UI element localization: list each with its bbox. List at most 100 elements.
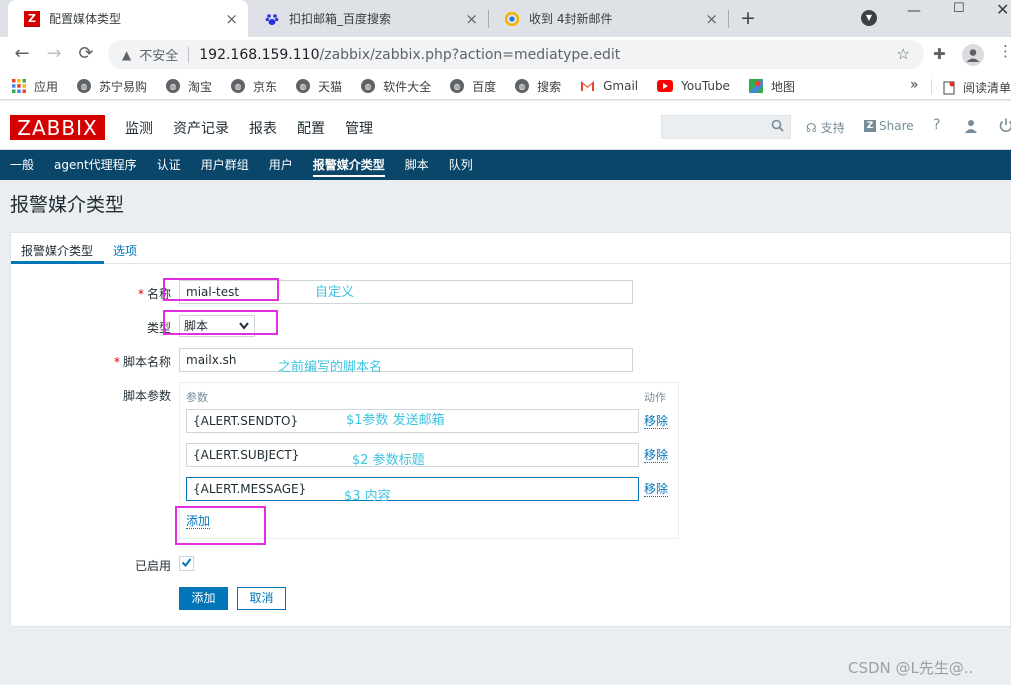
admin-sub-menu: 一般 agent代理程序 认证 用户群组 用户 报警媒介类型 脚本 队列 (0, 150, 1011, 180)
back-icon[interactable]: ← (10, 43, 34, 64)
globe-icon: ◍ (361, 79, 376, 93)
extensions-puzzle-icon[interactable]: ✚ (933, 45, 946, 63)
globe-icon: ◍ (450, 79, 465, 93)
gmail-icon (580, 80, 595, 92)
param-input[interactable]: {ALERT.MESSAGE} (186, 477, 639, 501)
globe-icon: ◍ (515, 79, 530, 93)
sub-menu-proxies[interactable]: agent代理程序 (44, 150, 147, 180)
cancel-button[interactable]: 取消 (237, 587, 286, 610)
bookmark-item[interactable]: ◍ 百度 (450, 78, 496, 95)
bookmark-gmail[interactable]: Gmail (580, 79, 638, 93)
sub-menu-queue[interactable]: 队列 (439, 150, 483, 180)
bookmarks-bar: 应用 ◍ 苏宁易购 ◍ 淘宝 ◍ 京东 ◍ 天猫 ◍ 软件大全 ◍ 百度 ◍ 搜索 Gmail… (0, 73, 1011, 100)
bookmark-youtube[interactable]: YouTube (657, 79, 730, 93)
script-name-label: * 脚本名称 (113, 355, 171, 369)
annotation-param1-note: $1参数 发送邮箱 (346, 413, 445, 428)
browser-tab[interactable]: 收到 4封新邮件 × (488, 0, 728, 37)
profile-avatar-icon[interactable] (962, 44, 984, 66)
browser-tab-title: 配置媒体类型 (49, 12, 122, 26)
support-link[interactable]: ☊ 支持 (806, 119, 845, 136)
globe-icon: ◍ (296, 79, 311, 93)
main-menu-configuration[interactable]: 配置 (297, 118, 325, 138)
headset-icon: ☊ (806, 120, 817, 135)
sub-menu-authentication[interactable]: 认证 (147, 150, 191, 180)
tab-options[interactable]: 选项 (113, 242, 137, 259)
bookmarks-more-icon[interactable]: » (910, 77, 919, 93)
main-menu-administration[interactable]: 管理 (345, 118, 373, 138)
address-bar[interactable]: ▲ 不安全 192.168.159.110/zabbix/zabbix.php?… (108, 40, 924, 69)
youtube-icon (657, 80, 674, 92)
tab-search-icon[interactable]: ▼ (861, 10, 877, 26)
maximize-icon[interactable]: ☐ (953, 1, 965, 16)
script-name-input[interactable]: mailx.sh (179, 348, 633, 372)
menu-dots-icon[interactable]: ⋮ (998, 42, 1011, 60)
share-link[interactable]: Z Share (864, 119, 914, 133)
globe-icon: ◍ (77, 79, 92, 93)
bookmark-item[interactable]: ◍ 软件大全 (361, 78, 431, 95)
bookmark-item[interactable]: ◍ 苏宁易购 (77, 78, 147, 95)
user-profile-icon[interactable] (964, 119, 978, 136)
csdn-watermark: CSDN @L先生@.. (848, 659, 974, 677)
sub-menu-media-types[interactable]: 报警媒介类型 (303, 150, 395, 180)
global-search-input[interactable] (661, 115, 791, 139)
close-icon[interactable]: × (705, 10, 718, 28)
browser-tab-active[interactable]: Z 配置媒体类型 × (8, 0, 248, 37)
bookmark-maps[interactable]: 地图 (748, 78, 795, 95)
bookmark-apps[interactable]: 应用 (12, 78, 58, 95)
main-menu-inventory[interactable]: 资产记录 (173, 118, 229, 138)
sub-menu-user-groups[interactable]: 用户群组 (191, 150, 259, 180)
zabbix-logo[interactable]: ZABBIX (10, 115, 105, 140)
remove-param-link[interactable]: 移除 (644, 415, 669, 429)
help-icon[interactable]: ? (933, 117, 940, 133)
remove-param-link[interactable]: 移除 (644, 483, 669, 497)
url-text[interactable]: 192.168.159.110/zabbix/zabbix.php?action… (199, 47, 620, 63)
sub-menu-general[interactable]: 一般 (0, 150, 44, 180)
required-marker: * (113, 355, 120, 369)
remove-param-link[interactable]: 移除 (644, 449, 669, 463)
tab-media-type[interactable]: 报警媒介类型 (21, 242, 93, 259)
search-icon[interactable] (771, 119, 784, 136)
enabled-label: 已启用 (134, 559, 171, 573)
sub-menu-users[interactable]: 用户 (259, 150, 303, 180)
forward-icon[interactable]: → (42, 43, 66, 64)
active-tab-indicator (11, 261, 104, 264)
bookmark-item[interactable]: ◍ 京东 (231, 78, 277, 95)
browser-toolbar: ← → ⟳ ▲ 不安全 192.168.159.110/zabbix/zabbi… (0, 37, 1011, 73)
bookmarks-divider (931, 79, 932, 94)
action-column-header: 动作 (644, 391, 666, 404)
warning-icon[interactable]: ▲ (122, 48, 131, 62)
bookmark-item[interactable]: ◍ 搜索 (515, 78, 561, 95)
annotation-box-add (175, 506, 266, 545)
new-tab-button[interactable]: + (740, 7, 756, 29)
star-bookmark-icon[interactable]: ☆ (897, 45, 910, 63)
bookmark-item[interactable]: ◍ 淘宝 (166, 78, 212, 95)
name-label: * 名称 (137, 287, 171, 301)
zabbix-icon: Z (24, 10, 40, 27)
browser-tab-title: 收到 4封新邮件 (529, 12, 613, 26)
annotation-box-type (163, 310, 278, 335)
browser-tab[interactable]: 扣扣邮箱_百度搜索 × (248, 0, 488, 37)
browser-tab-title: 扣扣邮箱_百度搜索 (289, 12, 392, 26)
power-logout-icon[interactable] (999, 118, 1011, 136)
main-menu-reports[interactable]: 报表 (249, 118, 277, 138)
annotation-param2-note: $2 参数标题 (352, 453, 425, 468)
type-label: 类型 (146, 321, 171, 335)
form-tabs: 报警媒介类型 选项 (11, 233, 1011, 264)
minimize-icon[interactable]: — (907, 3, 921, 19)
add-button[interactable]: 添加 (179, 587, 228, 610)
enabled-checkbox[interactable] (179, 556, 194, 571)
annotation-param3-note: $3 内容 (344, 489, 391, 504)
reload-icon[interactable]: ⟳ (74, 43, 98, 64)
insecure-label[interactable]: 不安全 (139, 45, 178, 64)
close-icon[interactable]: × (225, 10, 238, 28)
globe-icon: ◍ (166, 79, 181, 93)
script-params-label: 脚本参数 (122, 389, 171, 403)
reading-list[interactable]: 阅读清单 (943, 79, 1011, 96)
bookmark-item[interactable]: ◍ 天猫 (296, 78, 342, 95)
main-menu-monitoring[interactable]: 监测 (125, 118, 153, 138)
close-icon[interactable]: × (465, 10, 478, 28)
sub-menu-scripts[interactable]: 脚本 (395, 150, 439, 180)
reading-list-icon (943, 80, 955, 95)
baidu-paw-icon (264, 11, 280, 27)
window-close-icon[interactable]: ✕ (996, 0, 1009, 19)
